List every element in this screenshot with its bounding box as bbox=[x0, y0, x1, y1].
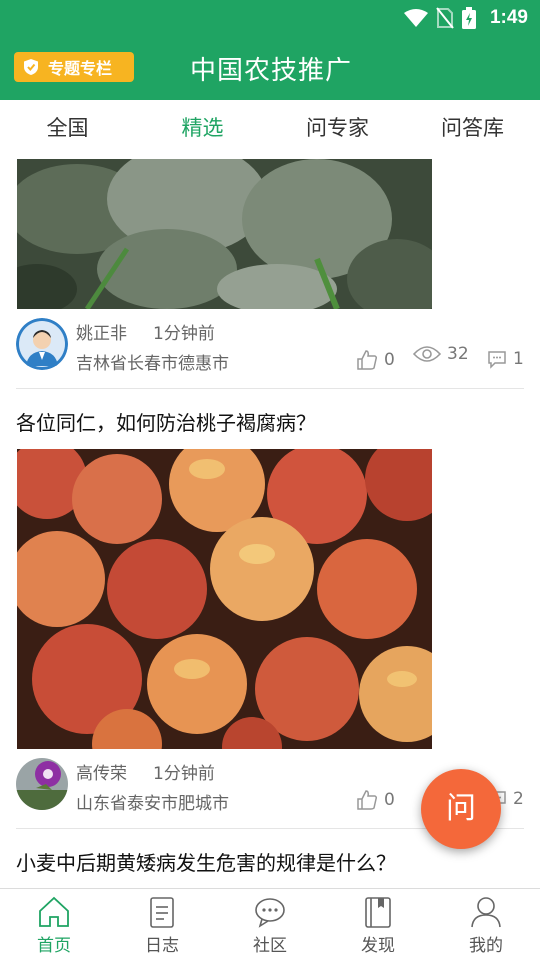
like-count: 0 bbox=[384, 350, 395, 370]
nav-mine[interactable]: 我的 bbox=[432, 889, 540, 960]
status-bar: 1:49 bbox=[0, 0, 540, 36]
view-stat: 32 bbox=[413, 344, 469, 364]
thumbs-up-icon bbox=[357, 790, 378, 810]
post-title[interactable]: 各位同仁，如何防治桃子褐腐病？ bbox=[16, 407, 316, 436]
comment-count: 2 bbox=[513, 789, 524, 809]
wifi-icon bbox=[403, 9, 428, 27]
avatar-person-icon bbox=[16, 318, 68, 370]
post-location: 山东省泰安市肥城市 bbox=[76, 794, 229, 814]
like-count: 0 bbox=[384, 790, 395, 810]
tab-qa-library[interactable]: 问答库 bbox=[405, 100, 540, 156]
nav-home[interactable]: 首页 bbox=[0, 889, 108, 960]
avatar-flower-icon bbox=[16, 758, 68, 810]
header: 1:49 专题专栏 中国农技推广 bbox=[0, 0, 540, 100]
view-count: 32 bbox=[447, 344, 469, 364]
nav-discover[interactable]: 发现 bbox=[324, 889, 432, 960]
nav-mine-label: 我的 bbox=[469, 936, 503, 956]
nav-log[interactable]: 日志 bbox=[108, 889, 216, 960]
topic-badge[interactable]: 专题专栏 bbox=[14, 52, 134, 82]
no-sim-icon bbox=[436, 7, 454, 29]
post-location: 吉林省长春市德惠市 bbox=[76, 354, 229, 374]
user-icon bbox=[471, 897, 501, 928]
post-image[interactable] bbox=[17, 159, 432, 309]
chat-icon bbox=[255, 898, 285, 928]
avatar[interactable] bbox=[16, 318, 68, 370]
tab-featured[interactable]: 精选 bbox=[135, 100, 270, 156]
post-author[interactable]: 高传荣 bbox=[76, 759, 127, 784]
like-button[interactable]: 0 bbox=[356, 349, 395, 371]
peaches-photo bbox=[17, 449, 432, 749]
nav-log-label: 日志 bbox=[145, 936, 179, 956]
nav-community-label: 社区 bbox=[253, 936, 287, 956]
comment-icon bbox=[488, 351, 506, 369]
app-bar: 专题专栏 中国农技推广 bbox=[0, 36, 540, 100]
shield-icon bbox=[24, 59, 38, 75]
tab-ask-expert[interactable]: 问专家 bbox=[270, 100, 405, 156]
eye-icon bbox=[413, 346, 441, 362]
tab-bar: 全国 精选 问专家 问答库 bbox=[0, 100, 540, 156]
status-icons: 1:49 bbox=[403, 6, 528, 30]
comment-count: 1 bbox=[513, 349, 524, 369]
post-time: 1分钟前 bbox=[153, 764, 215, 784]
post-time: 1分钟前 bbox=[153, 324, 215, 344]
log-icon bbox=[150, 897, 174, 928]
tab-national[interactable]: 全国 bbox=[0, 100, 135, 156]
thumbs-up-icon bbox=[357, 350, 378, 370]
comment-button[interactable]: 1 bbox=[487, 349, 524, 369]
home-icon bbox=[39, 896, 69, 927]
ask-question-button[interactable]: 问 bbox=[421, 769, 501, 849]
battery-charging-icon bbox=[461, 7, 476, 29]
leaves-photo bbox=[17, 159, 432, 309]
post-image[interactable] bbox=[17, 449, 432, 749]
status-time: 1:49 bbox=[489, 7, 528, 28]
nav-home-label: 首页 bbox=[37, 936, 71, 956]
nav-discover-label: 发现 bbox=[361, 936, 395, 956]
like-button[interactable]: 0 bbox=[356, 789, 395, 811]
topic-badge-label: 专题专栏 bbox=[48, 59, 113, 78]
nav-community[interactable]: 社区 bbox=[216, 889, 324, 960]
divider bbox=[16, 388, 524, 389]
post-author[interactable]: 姚正非 bbox=[76, 319, 127, 344]
bottom-nav: 首页 日志 社区 发现 我的 bbox=[0, 888, 540, 960]
avatar[interactable] bbox=[16, 758, 68, 810]
app-title: 中国农技推广 bbox=[190, 56, 353, 86]
book-icon bbox=[365, 897, 391, 928]
post-title[interactable]: 小麦中后期黄矮病发生危害的规律是什么？ bbox=[16, 847, 396, 876]
